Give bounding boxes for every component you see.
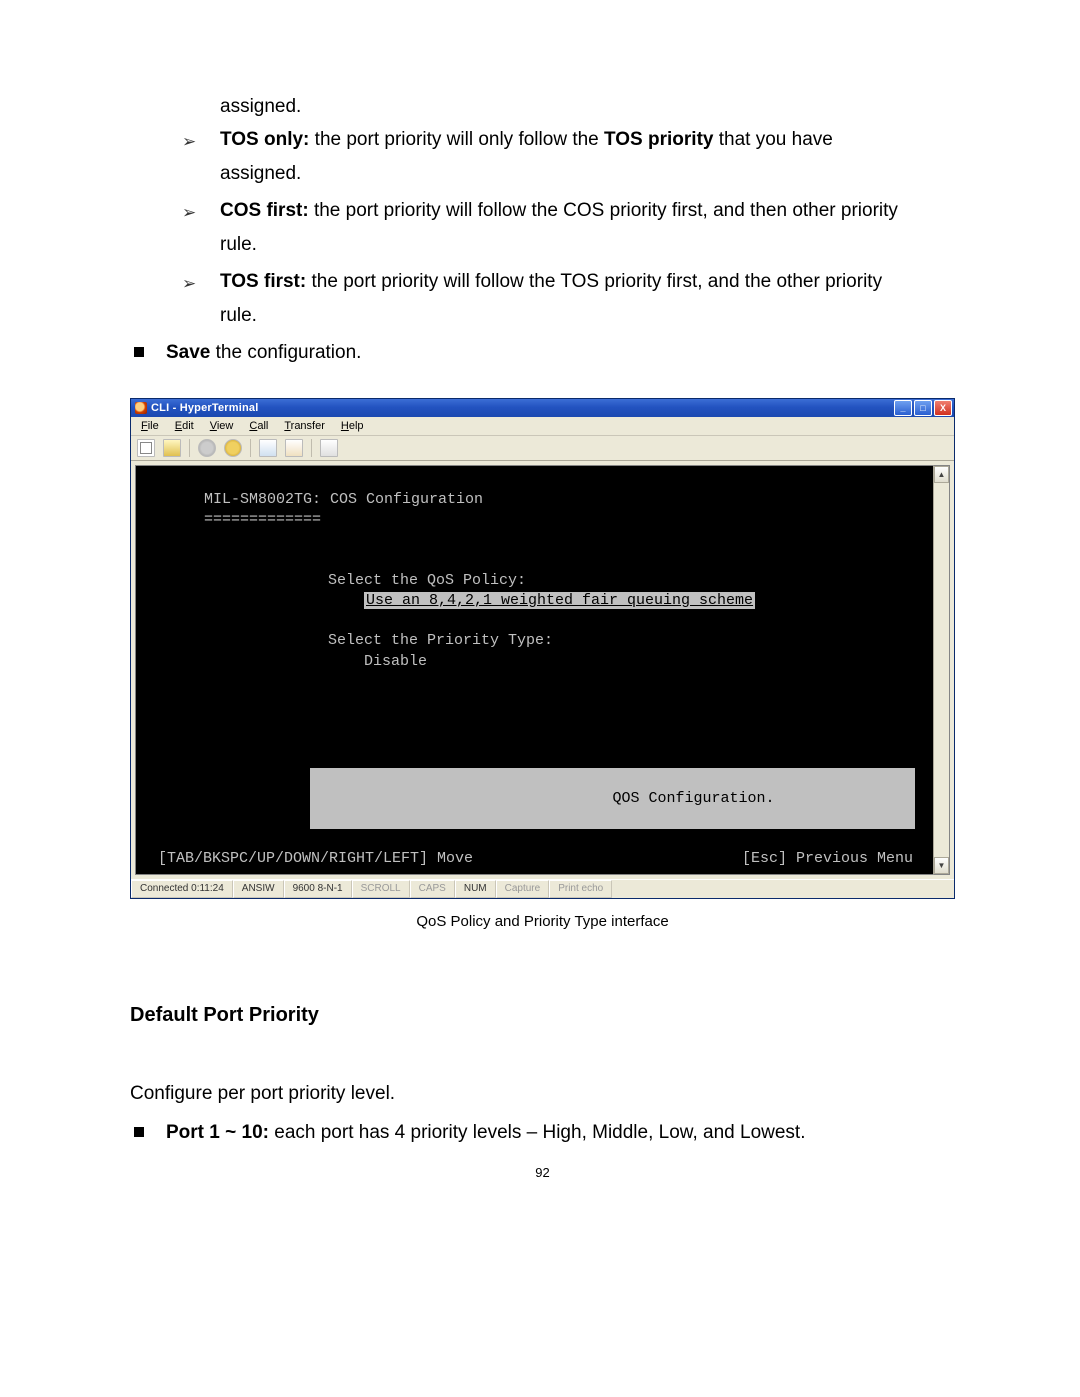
list-item: ➢ TOS only: the port priority will only … — [130, 123, 955, 157]
status-caps: CAPS — [410, 880, 455, 898]
toolbar-separator — [250, 439, 251, 457]
menu-edit[interactable]: Edit — [169, 419, 200, 433]
scrollbar[interactable]: ▲ ▼ — [933, 465, 950, 875]
terminal-selected-value[interactable]: Use an 8,4,2,1 weighted fair queuing sch… — [364, 592, 755, 609]
app-icon — [135, 402, 147, 414]
list-text: each port has 4 priority levels – High, … — [269, 1122, 806, 1143]
properties-icon[interactable] — [320, 439, 338, 457]
status-bar: Connected 0:11:24 ANSIW 9600 8-N-1 SCROL… — [131, 879, 954, 898]
status-scroll: SCROLL — [352, 880, 410, 898]
connect-icon[interactable] — [198, 439, 216, 457]
menu-view[interactable]: View — [204, 419, 240, 433]
list-text-bold: TOS priority — [604, 129, 713, 150]
terminal-value[interactable]: Disable — [364, 652, 923, 672]
window-title: CLI - HyperTerminal — [151, 402, 259, 414]
terminal-hint-right: [Esc] Previous Menu — [742, 849, 923, 869]
status-emulation: ANSIW — [233, 880, 284, 898]
list-item: Save the configuration. — [130, 336, 955, 369]
send-icon[interactable] — [259, 439, 277, 457]
terminal-hint-left: [TAB/BKSPC/UP/DOWN/RIGHT/LEFT] Move — [158, 849, 473, 869]
terminal-divider: ============= — [204, 510, 923, 530]
terminal-header: MIL-SM8002TG: COS Configuration — [204, 490, 923, 510]
disconnect-icon[interactable] — [224, 439, 242, 457]
list-label: TOS only: — [220, 129, 309, 150]
scroll-up-icon[interactable]: ▲ — [934, 466, 949, 483]
list-text: the port priority will follow the TOS pr… — [306, 271, 882, 292]
maximize-button[interactable]: □ — [914, 400, 932, 416]
receive-icon[interactable] — [285, 439, 303, 457]
document-page: assigned. ➢ TOS only: the port priority … — [0, 0, 1080, 1220]
hyperterminal-window: CLI - HyperTerminal _ □ X File Edit View… — [130, 398, 955, 899]
list-item: ➢ COS first: the port priority will foll… — [130, 194, 955, 228]
terminal-footer-bar: QOS Configuration. — [310, 768, 914, 829]
menu-help[interactable]: Help — [335, 419, 370, 433]
window-titlebar[interactable]: CLI - HyperTerminal _ □ X — [131, 399, 954, 417]
scroll-down-icon[interactable]: ▼ — [934, 857, 949, 874]
paragraph: Configure per port priority level. — [130, 1077, 955, 1110]
list-label: Port 1 ~ 10: — [166, 1122, 269, 1143]
status-num: NUM — [455, 880, 496, 898]
list-label: COS first: — [220, 200, 309, 221]
resize-grip-icon[interactable] — [938, 880, 954, 898]
menu-call[interactable]: Call — [243, 419, 274, 433]
close-button[interactable]: X — [934, 400, 952, 416]
list-label: Save — [166, 342, 210, 363]
terminal-label: Select the Priority Type: — [328, 631, 923, 651]
list-item: ➢ TOS first: the port priority will foll… — [130, 265, 955, 299]
status-baud: 9600 8-N-1 — [284, 880, 352, 898]
status-echo: Print echo — [549, 880, 612, 898]
toolbar — [131, 436, 954, 461]
figure-caption: QoS Policy and Priority Type interface — [130, 913, 955, 930]
terminal-area[interactable]: MIL-SM8002TG: COS Configuration ========… — [135, 465, 933, 875]
list-text: the port priority will only follow the — [309, 129, 604, 150]
list-item: Port 1 ~ 10: each port has 4 priority le… — [130, 1116, 955, 1149]
new-icon[interactable] — [137, 439, 155, 457]
list-label: TOS first: — [220, 271, 306, 292]
menu-transfer[interactable]: Transfer — [278, 419, 331, 433]
list-text-cont: rule. — [220, 228, 955, 261]
list-text: the port priority will follow the COS pr… — [309, 200, 898, 221]
chevron-right-icon: ➢ — [182, 269, 198, 299]
list-text-cont: assigned. — [220, 157, 955, 190]
chevron-right-icon: ➢ — [182, 198, 198, 228]
square-bullet-icon — [134, 1127, 144, 1137]
menubar: File Edit View Call Transfer Help — [131, 417, 954, 436]
chevron-right-icon: ➢ — [182, 127, 198, 157]
toolbar-separator — [189, 439, 190, 457]
page-number: 92 — [130, 1165, 955, 1180]
status-connected: Connected 0:11:24 — [131, 880, 233, 898]
menu-file[interactable]: File — [135, 419, 165, 433]
terminal-label: Select the QoS Policy: — [328, 571, 923, 591]
list-text: the configuration. — [210, 342, 361, 363]
minimize-button[interactable]: _ — [894, 400, 912, 416]
section-heading: Default Port Priority — [130, 1004, 955, 1027]
toolbar-separator — [311, 439, 312, 457]
list-text: that you have — [713, 129, 832, 150]
open-icon[interactable] — [163, 439, 181, 457]
list-text-cont: rule. — [220, 299, 955, 332]
paragraph-fragment: assigned. — [220, 90, 955, 123]
status-capture: Capture — [496, 880, 550, 898]
square-bullet-icon — [134, 347, 144, 357]
